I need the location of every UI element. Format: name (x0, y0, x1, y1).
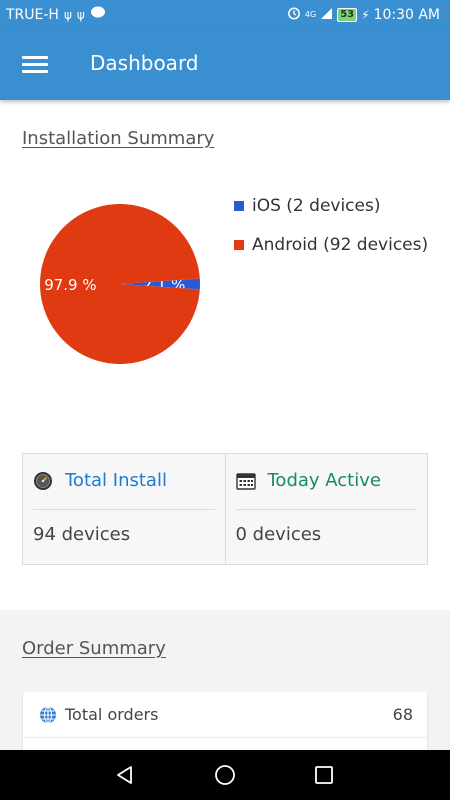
system-nav-bar (0, 750, 450, 800)
today-active-label: Today Active (267, 470, 381, 491)
hamburger-icon[interactable] (22, 54, 48, 74)
carrier-name: TRUE-H (6, 6, 59, 23)
total-install-value: 94 devices (33, 524, 131, 545)
legend-label-android: Android (92 devices) (252, 235, 429, 255)
total-install-card[interactable]: Total Install 94 devices (23, 454, 225, 564)
charging-icon: ⚡ (361, 7, 370, 22)
legend-swatch-android (234, 240, 244, 250)
legend-label-ios: iOS (2 devices) (252, 196, 381, 216)
clock-time: 10:30 AM (373, 6, 440, 23)
network-type-label: 4G (304, 10, 317, 19)
globe-icon (40, 706, 56, 723)
home-circle-icon[interactable] (213, 763, 237, 787)
signal-icon (320, 7, 333, 23)
battery-icon: 53 (337, 7, 358, 22)
today-active-header: Today Active (235, 470, 381, 491)
installation-pie-chart: 2.1 %97.9 % (40, 204, 200, 364)
stats-cards: Total Install 94 devices Today Active 0 … (22, 453, 428, 565)
usb-icon: ψ (76, 7, 85, 22)
divider (235, 509, 417, 510)
divider (33, 509, 215, 510)
legend-item-android: Android (92 devices) (234, 235, 428, 255)
legend-swatch-ios (234, 201, 244, 211)
total-install-header: Total Install (33, 470, 167, 491)
pie-label-android: 97.9 % (44, 276, 96, 294)
gauge-icon (34, 471, 52, 490)
recents-square-icon[interactable] (312, 763, 336, 787)
total-install-label: Total Install (65, 470, 167, 491)
line-chat-icon (90, 6, 106, 23)
today-active-value: 0 devices (235, 524, 322, 545)
order-row-total-orders[interactable]: Total orders 68 (23, 692, 427, 738)
status-bar: TRUE-H ψ ψ 4G 53 ⚡ 10:30 AM (0, 0, 450, 30)
pie-legend: iOS (2 devices) Android (92 devices) (234, 196, 428, 274)
app-bar: Dashboard (0, 30, 450, 100)
order-summary-title: Order Summary (22, 638, 166, 659)
alarm-icon (287, 6, 301, 23)
usb-icon: ψ (63, 7, 72, 22)
calendar-icon (235, 472, 256, 490)
order-value: 68 (392, 705, 413, 724)
order-summary-card: Total orders 68 (22, 692, 428, 750)
order-label: Total orders (65, 705, 159, 724)
legend-item-ios: iOS (2 devices) (234, 196, 428, 216)
page-title: Dashboard (90, 51, 199, 75)
today-active-card[interactable]: Today Active 0 devices (224, 454, 428, 564)
status-bar-right: 4G 53 ⚡ 10:30 AM (287, 6, 440, 23)
installation-summary-title: Installation Summary (22, 128, 215, 149)
back-triangle-icon[interactable] (113, 763, 137, 787)
status-bar-left: TRUE-H ψ ψ (6, 6, 106, 23)
